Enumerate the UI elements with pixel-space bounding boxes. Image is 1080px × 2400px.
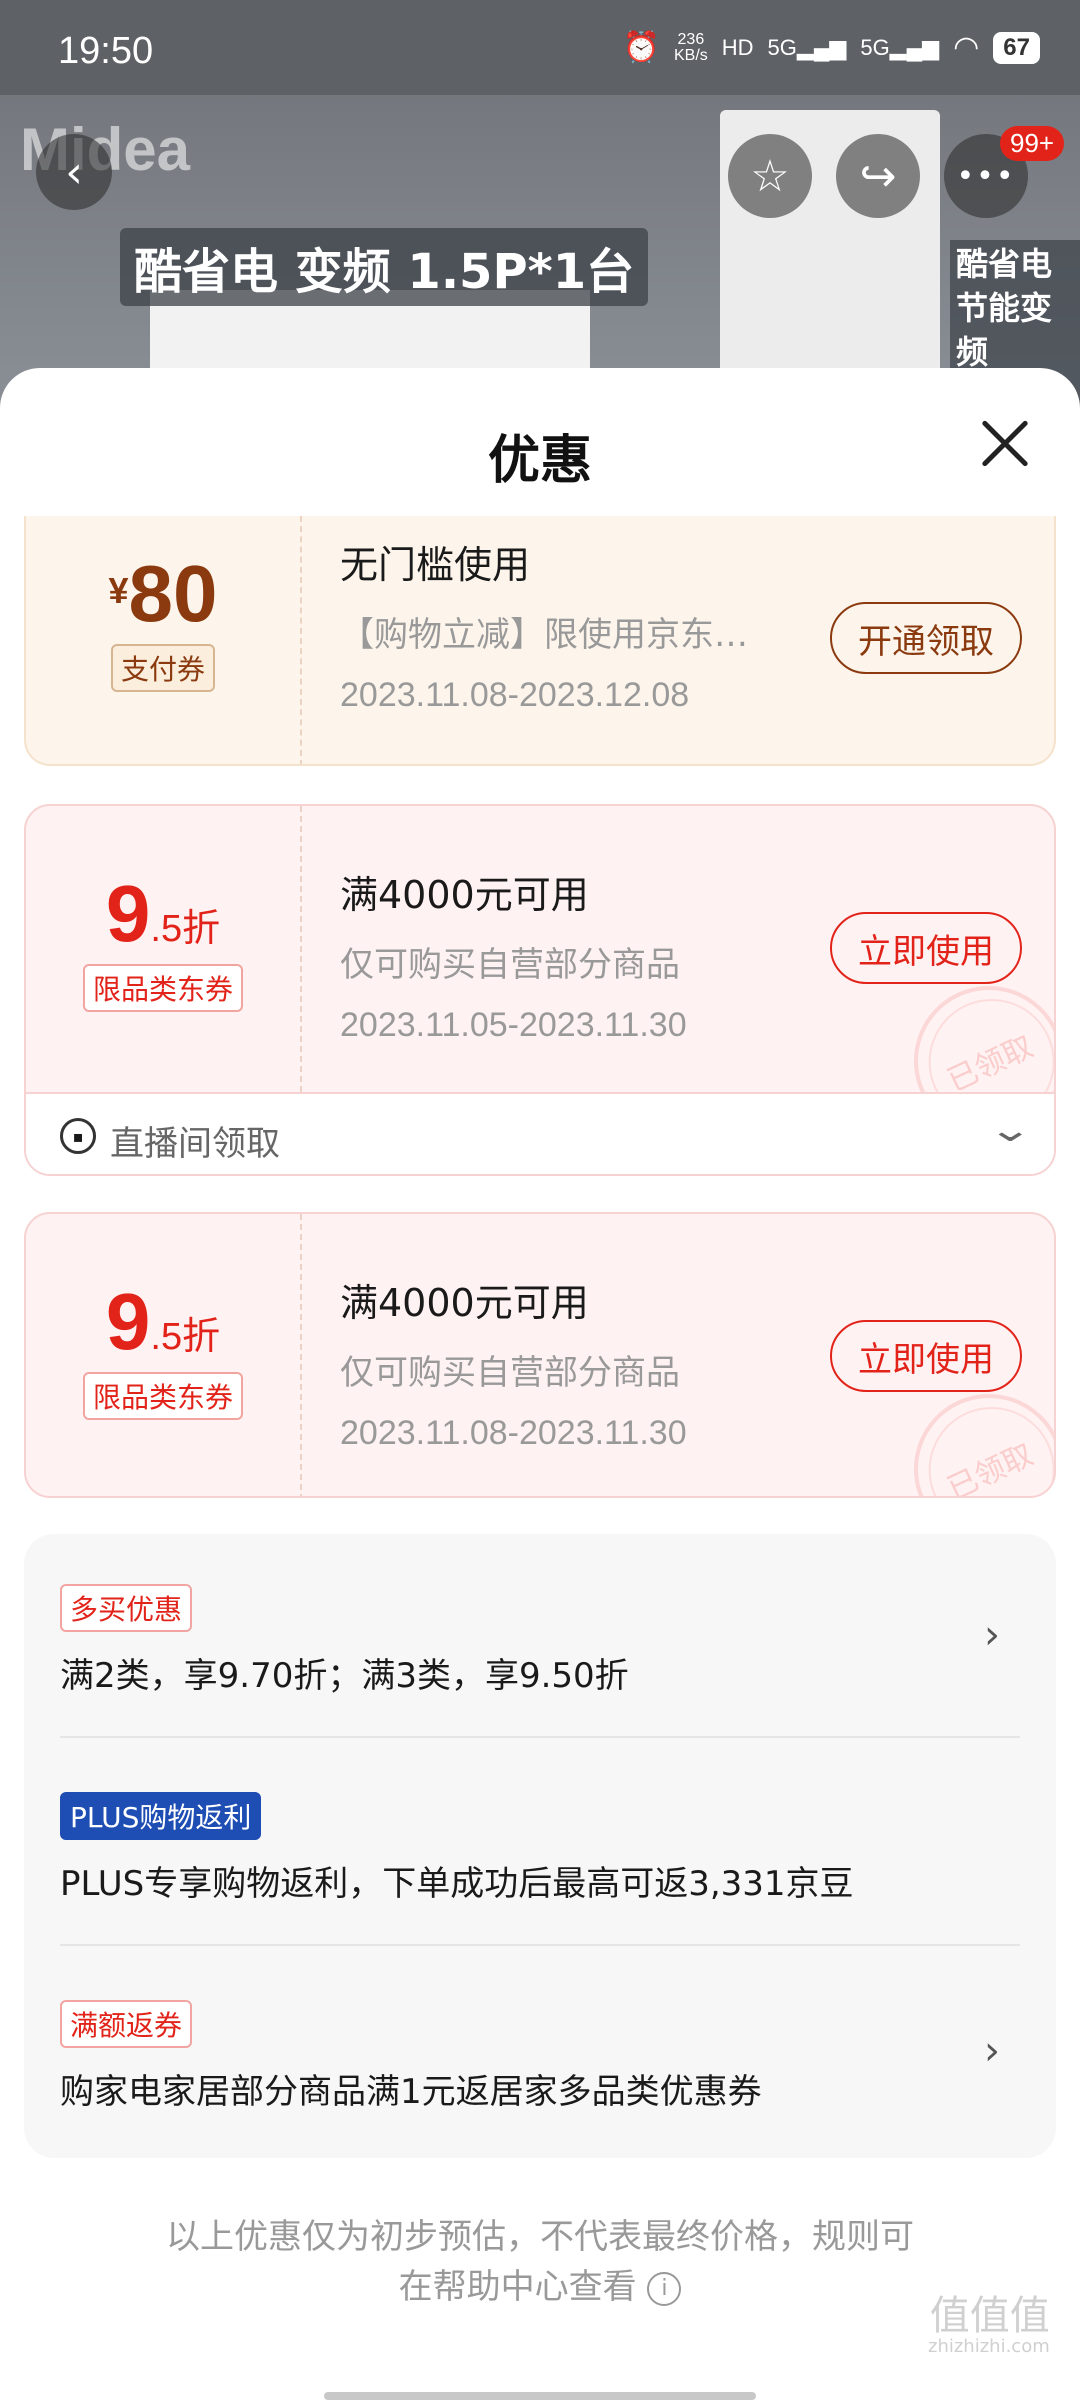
coupon-details: 满4000元可用 仅可购买自营部分商品 2023.11.08-2023.11.3… — [340, 1272, 687, 1453]
currency-symbol: ¥ — [108, 570, 129, 611]
disclaimer: 以上优惠仅为初步预估，不代表最终价格，规则可 在帮助中心查看 i — [0, 2212, 1080, 2312]
coupon-value-area: ¥80 支付券 — [26, 516, 302, 764]
status-icons: ⏰ 236 KB/s HD 5G▂▄▆ 5G▂▄▆ ◠ 67 — [623, 30, 1040, 65]
promo-plus-rebate: PLUS购物返利 PLUS专享购物返利，下单成功后最高可返3,331京豆 — [60, 1792, 1020, 1905]
more-dots-icon: ••• — [956, 158, 1016, 194]
discount-value: 9 — [105, 1277, 151, 1366]
promo-coupon-return[interactable]: 满额返券 购家电家居部分商品满1元返居家多品类优惠券 › — [60, 2000, 1020, 2113]
close-button[interactable] — [970, 408, 1040, 478]
promo-tag: PLUS购物返利 — [60, 1792, 262, 1840]
star-icon: ☆ — [750, 150, 790, 202]
share-button[interactable]: ↪ — [836, 134, 920, 218]
promo-tag: 多买优惠 — [60, 1584, 193, 1632]
live-room-claim-label: 直播间领取 — [110, 1124, 280, 1164]
discount-value: 9 — [105, 869, 151, 958]
share-icon: ↪ — [859, 150, 897, 202]
back-button[interactable]: ‹ — [36, 134, 112, 210]
coupon-description: 仅可购买自营部分商品 — [340, 945, 680, 985]
use-now-button[interactable]: 立即使用 — [830, 912, 1022, 984]
hd-icon: HD — [721, 34, 754, 60]
watermark-url: zhizhizhi.com — [928, 2336, 1050, 2357]
promotions-panel: 多买优惠 满2类，享9.70折；满3类，享9.50折 › PLUS购物返利 PL… — [24, 1534, 1056, 2158]
network-speed: 236 KB/s — [673, 30, 708, 64]
live-room-claim-row[interactable]: ▪ 直播间领取 ⌄ — [26, 1092, 1054, 1174]
watermark-text: 值值值 — [929, 2293, 1050, 2339]
alarm-icon: ⏰ — [622, 31, 660, 64]
coupon-validity: 2023.11.08-2023.12.08 — [340, 676, 690, 714]
coupon-discount: 9.5折 — [26, 868, 300, 960]
coupon-card-pay: ¥80 支付券 无门槛使用 【购物立减】限使用京东… 2023.11.08-20… — [24, 516, 1056, 766]
coupon-details: 无门槛使用 【购物立减】限使用京东… 2023.11.08-2023.12.08 — [340, 534, 748, 715]
disclaimer-line-2-text: 在帮助中心查看 — [398, 2267, 637, 2307]
battery-indicator: 67 — [993, 31, 1040, 64]
coupon-title: 无门槛使用 — [340, 543, 531, 587]
coupon-description: 仅可购买自营部分商品 — [340, 1353, 680, 1393]
activate-claim-button[interactable]: 开通领取 — [830, 602, 1022, 674]
chevron-right-icon: › — [984, 1612, 1000, 1658]
coupon-details: 满4000元可用 仅可购买自营部分商品 2023.11.05-2023.11.3… — [340, 864, 687, 1045]
divider — [60, 1736, 1020, 1738]
discount-suffix: .5折 — [150, 908, 221, 950]
info-icon[interactable]: i — [647, 2271, 682, 2306]
coupon-card-discount: 9.5折 限品类东券 满4000元可用 仅可购买自营部分商品 2023.11.0… — [24, 1212, 1056, 1498]
discount-suffix: .5折 — [150, 1316, 221, 1358]
coupon-type-tag: 限品类东券 — [82, 1372, 243, 1420]
coupon-title: 满4000元可用 — [340, 873, 589, 917]
coupon-validity: 2023.11.05-2023.11.30 — [340, 1006, 687, 1044]
promo-text: 购家电家居部分商品满1元返居家多品类优惠券 — [60, 2072, 762, 2112]
coupon-type-tag: 支付券 — [110, 644, 215, 692]
chevron-left-icon: ‹ — [65, 146, 83, 198]
wifi-icon: ◠ — [953, 31, 980, 64]
favorite-button[interactable]: ☆ — [728, 134, 812, 218]
discount-sheet: 优惠 ¥80 支付券 无门槛使用 【购物立减】限使用京东… 2023.11.08… — [0, 368, 1080, 2400]
status-time: 19:50 — [58, 30, 154, 72]
home-indicator[interactable] — [324, 2392, 756, 2400]
signal-5g-icon: 5G▂▄▆ — [767, 34, 847, 60]
status-bar: 19:50 ⏰ 236 KB/s HD 5G▂▄▆ 5G▂▄▆ ◠ 67 — [0, 0, 1080, 95]
chevron-right-icon: › — [984, 2028, 1000, 2074]
use-now-button[interactable]: 立即使用 — [830, 1320, 1022, 1392]
product-banner-title: 酷省电 变频 1.5P*1台 — [120, 228, 649, 306]
coupon-title: 满4000元可用 — [340, 1281, 589, 1325]
sheet-title: 优惠 — [487, 431, 592, 491]
coupon-card-discount: 9.5折 限品类东券 满4000元可用 仅可购买自营部分商品 2023.11.0… — [24, 804, 1056, 1176]
coupon-value-area: 9.5折 限品类东券 — [26, 806, 302, 1092]
divider — [60, 1944, 1020, 1946]
live-tv-icon: ▪ — [60, 1118, 96, 1154]
coupon-amount-value: 80 — [128, 549, 218, 638]
signal-5g-icon-2: 5G▂▄▆ — [860, 34, 940, 60]
promo-text: PLUS专享购物返利，下单成功后最高可返3,331京豆 — [60, 1864, 854, 1904]
coupon-amount: ¥80 — [26, 548, 300, 640]
disclaimer-line-2: 在帮助中心查看 i — [0, 2262, 1080, 2312]
coupon-value-area: 9.5折 限品类东券 — [26, 1214, 302, 1496]
promo-multi-buy[interactable]: 多买优惠 满2类，享9.70折；满3类，享9.50折 › — [60, 1584, 1020, 1697]
chevron-down-icon: ⌄ — [986, 1110, 1033, 1150]
promo-tag: 满额返券 — [60, 2000, 193, 2048]
notification-badge: 99+ — [1000, 126, 1065, 161]
watermark: 值值值 zhizhizhi.com — [928, 2296, 1050, 2358]
coupon-discount: 9.5折 — [26, 1276, 300, 1368]
disclaimer-line-1: 以上优惠仅为初步预估，不代表最终价格，规则可 — [166, 2217, 914, 2257]
promo-text: 满2类，享9.70折；满3类，享9.50折 — [60, 1656, 629, 1696]
coupon-type-tag: 限品类东券 — [82, 964, 243, 1012]
coupon-validity: 2023.11.08-2023.11.30 — [340, 1414, 687, 1452]
coupon-description: 【购物立减】限使用京东… — [340, 615, 748, 655]
